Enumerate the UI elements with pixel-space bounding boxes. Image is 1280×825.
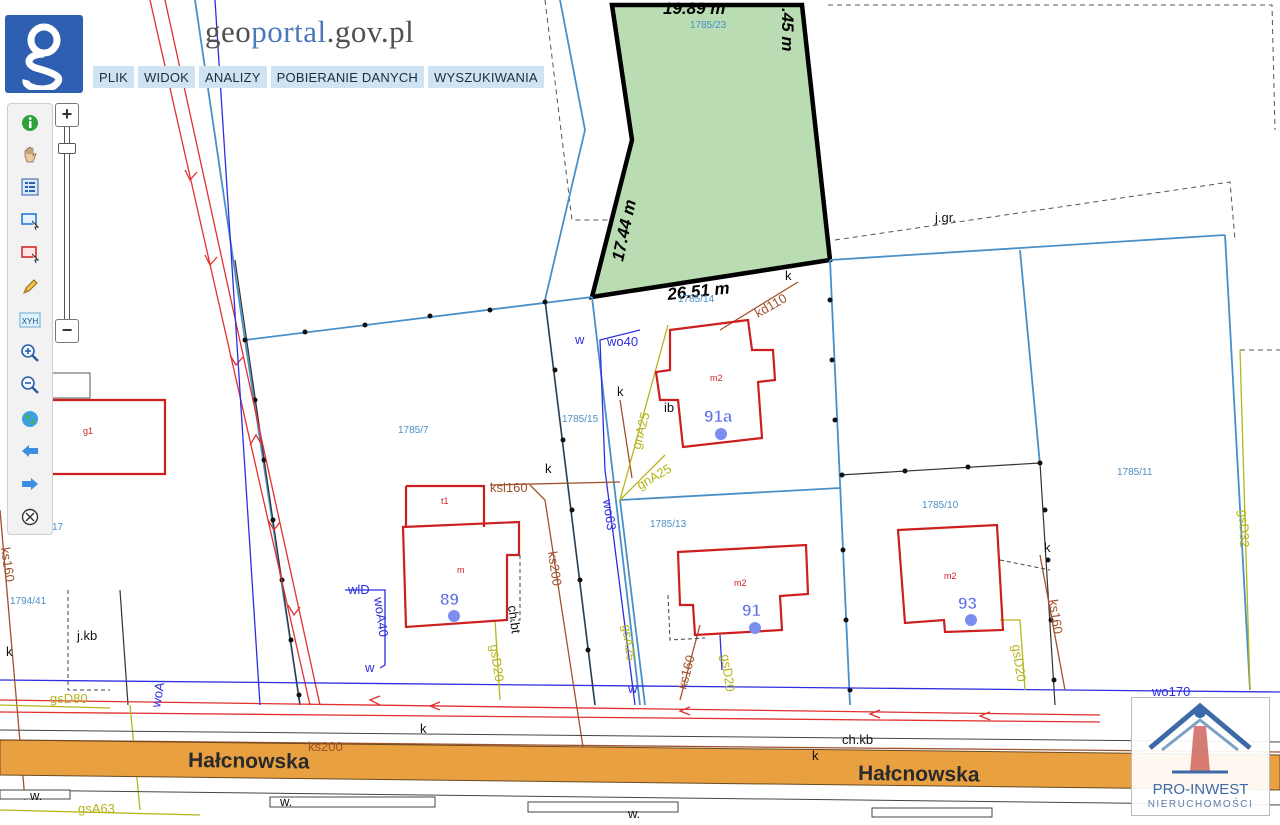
site-title-geo: geo [205, 14, 252, 49]
geoportal-logo[interactable] [5, 15, 83, 93]
label-j-gr: j.gr. [934, 210, 956, 225]
label-kd110: kd110 [752, 290, 789, 320]
label-ks200-a: ks200 [545, 550, 565, 586]
zoom-control: + − [55, 103, 79, 343]
label-gsD80: gsD80 [50, 691, 88, 706]
zoom-out-icon[interactable] [17, 372, 43, 398]
house-number-91a: 91a [704, 407, 733, 426]
label-w-a: w [574, 332, 585, 347]
house-number-93: 93 [958, 594, 977, 613]
parcel-1785-10: 1785/10 [922, 500, 959, 511]
map-toolbar: XYH [7, 103, 53, 535]
xyh-text: XYH [22, 317, 39, 326]
label-w-dot-c: w. [29, 788, 42, 803]
label-k-b: k [617, 384, 624, 399]
close-circle-icon[interactable] [17, 504, 43, 530]
parcel-1785-7: 1785/7 [398, 425, 429, 436]
full-extent-globe-icon[interactable] [17, 406, 43, 432]
back-arrow-icon[interactable] [17, 438, 43, 464]
building-label-m2-c: m2 [944, 571, 957, 581]
menu-wyszukiwania[interactable]: WYSZUKIWANIA [428, 66, 544, 88]
label-k-g: k [812, 748, 819, 763]
site-title-domain: .gov.pl [326, 14, 415, 49]
label-j-kb: j.kb [76, 628, 97, 643]
label-wlD: wlD [347, 582, 370, 597]
label-w-c: w [627, 681, 638, 696]
buildings [35, 318, 1005, 637]
label-ksl160: ksl160 [490, 480, 528, 495]
menu-plik[interactable]: PLIK [93, 66, 134, 88]
zoom-slider-thumb[interactable] [58, 143, 76, 154]
building-label-m2-b: m2 [734, 578, 747, 588]
gas-lines [0, 0, 1101, 723]
site-title-portal: portal [251, 14, 327, 49]
kerb-boxes [0, 789, 993, 818]
map-canvas[interactable]: 19.89 m .45 m 17.44 m 26.51 m 1785/23 17… [0, 0, 1280, 825]
logo-g-icon [22, 23, 62, 90]
main-menu: PLIK WIDOK ANALIZY POBIERANIE DANYCH WYS… [93, 66, 544, 88]
xyh-coordinates-icon[interactable]: XYH [17, 307, 43, 333]
label-wo40: wo40 [606, 334, 638, 349]
label-ks160-c: ks160 [0, 546, 18, 582]
label-ks160-b: ks160 [674, 653, 697, 690]
building-label-m2-a: m2 [710, 373, 723, 383]
watermark-brand: PRO-INWEST [1152, 781, 1249, 798]
label-wo63: wo63 [600, 497, 619, 531]
label-ks200-b: ks200 [308, 739, 343, 754]
house-logo-icon [1148, 702, 1252, 774]
zoom-in-icon[interactable] [17, 340, 43, 366]
parcel-1794-41: 1794/41 [10, 596, 47, 607]
legend-icon[interactable] [17, 174, 43, 200]
zoom-plus-button[interactable]: + [55, 103, 79, 127]
street-label-2: Hałcnowska [858, 762, 980, 786]
label-ch-bt: ch.bt [505, 604, 524, 634]
building-label-m: m [457, 565, 465, 575]
watermark-sub: NIERUCHOMOŚCI [1147, 799, 1254, 810]
label-ch-kb: ch.kb [842, 732, 873, 747]
house-number-91: 91 [742, 601, 761, 620]
label-w-dot-a: w. [279, 794, 292, 809]
label-w-b: w [364, 660, 375, 675]
building-label-t1: t1 [441, 496, 449, 506]
clear-select-icon[interactable] [17, 241, 43, 267]
forward-arrow-icon[interactable] [17, 471, 43, 497]
zoom-minus-button[interactable]: − [55, 319, 79, 343]
label-woA40: woA40 [371, 595, 392, 637]
pro-inwest-watermark: PRO-INWEST NIERUCHOMOŚCI [1131, 697, 1270, 816]
building-label-g1: g1 [83, 426, 93, 436]
measure-top: 19.89 m [663, 0, 725, 18]
parcel-17: 17 [52, 522, 64, 533]
label-gsD20-b: gsD20 [1009, 643, 1029, 682]
parcel-1785-11: 1785/11 [1117, 467, 1153, 478]
street-label-1: Hałcnowska [188, 749, 310, 773]
menu-widok[interactable]: WIDOK [137, 66, 196, 88]
label-gsD20-a: gsD20 [487, 643, 507, 682]
info-icon[interactable] [17, 110, 43, 136]
menu-pobieranie-danych[interactable]: POBIERANIE DANYCH [270, 66, 425, 88]
pan-hand-icon[interactable] [17, 142, 43, 168]
parcel-1785-13: 1785/13 [650, 519, 687, 530]
label-k-d: k [1044, 540, 1051, 555]
label-k-e: k [6, 644, 13, 659]
label-gsA63: gsA63 [78, 801, 115, 816]
label-gnA25-a: gnA25 [628, 411, 652, 451]
select-rect-icon[interactable] [17, 208, 43, 234]
label-w-dot-b: w. [627, 806, 640, 821]
parcel-1785-14: 1785/14 [678, 294, 715, 305]
house-number-89: 89 [440, 590, 459, 609]
parcel-1785-15: 1785/15 [562, 414, 599, 425]
label-k-c: k [785, 268, 792, 283]
menu-analizy[interactable]: ANALIZY [199, 66, 267, 88]
label-gsD32: gsD32 [1236, 510, 1252, 548]
label-k-a: k [545, 461, 552, 476]
parcel-1785-23: 1785/23 [690, 20, 727, 31]
label-k-f: k [420, 721, 427, 736]
measure-right: .45 m [778, 8, 797, 51]
draw-pencil-icon[interactable] [17, 274, 43, 300]
label-ks160-a: ks160 [1046, 598, 1066, 634]
label-woA: woA [148, 681, 167, 710]
site-title: geoportal.gov.pl [205, 14, 414, 50]
label-ib: ib [664, 400, 674, 415]
zoom-track[interactable] [58, 127, 76, 319]
